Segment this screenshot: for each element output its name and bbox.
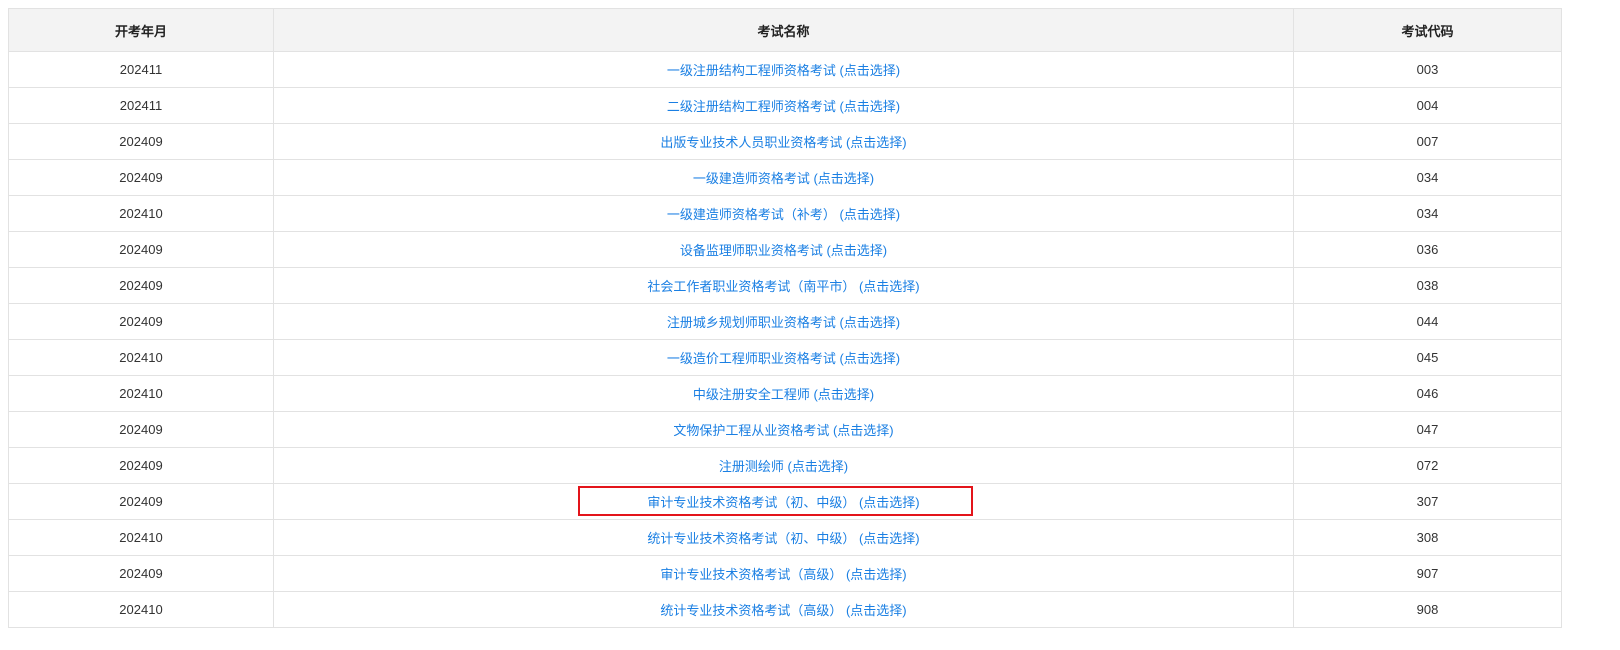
exam-select-link[interactable]: 一级注册结构工程师资格考试 (点击选择): [667, 63, 900, 78]
exam-select-link[interactable]: 注册城乡规划师职业资格考试 (点击选择): [667, 315, 900, 330]
header-exam-name: 考试名称: [273, 8, 1294, 52]
exam-month: 202411: [8, 51, 274, 88]
exam-name-cell: 中级注册安全工程师 (点击选择): [273, 375, 1294, 412]
table-row: 202410 一级造价工程师职业资格考试 (点击选择) 045: [8, 339, 1562, 376]
header-exam-month: 开考年月: [8, 8, 274, 52]
exam-name-cell: 统计专业技术资格考试（高级） (点击选择): [273, 591, 1294, 628]
exam-select-link[interactable]: 统计专业技术资格考试（高级） (点击选择): [660, 603, 906, 618]
exam-name-cell: 一级建造师资格考试（补考） (点击选择): [273, 195, 1294, 232]
table-row: 202409 出版专业技术人员职业资格考试 (点击选择) 007: [8, 123, 1562, 160]
exam-name-cell: 社会工作者职业资格考试（南平市） (点击选择): [273, 267, 1294, 304]
exam-name-cell: 出版专业技术人员职业资格考试 (点击选择): [273, 123, 1294, 160]
exam-month: 202410: [8, 195, 274, 232]
exam-month: 202409: [8, 267, 274, 304]
table-row: 202410 中级注册安全工程师 (点击选择) 046: [8, 375, 1562, 412]
exam-code: 072: [1293, 447, 1562, 484]
exam-name-cell: 注册城乡规划师职业资格考试 (点击选择): [273, 303, 1294, 340]
exam-code: 038: [1293, 267, 1562, 304]
exam-name-cell: 审计专业技术资格考试（初、中级） (点击选择): [273, 483, 1294, 520]
exam-code: 045: [1293, 339, 1562, 376]
table-row: 202410 一级建造师资格考试（补考） (点击选择) 034: [8, 195, 1562, 232]
exam-month: 202410: [8, 339, 274, 376]
exam-code: 004: [1293, 87, 1562, 124]
table-row: 202409 文物保护工程从业资格考试 (点击选择) 047: [8, 411, 1562, 448]
exam-month: 202409: [8, 555, 274, 592]
exam-name-cell: 一级注册结构工程师资格考试 (点击选择): [273, 51, 1294, 88]
exam-select-link[interactable]: 统计专业技术资格考试（初、中级） (点击选择): [647, 531, 919, 546]
exam-table: 开考年月 考试名称 考试代码 202411 一级注册结构工程师资格考试 (点击选择…: [8, 8, 1562, 628]
exam-code: 907: [1293, 555, 1562, 592]
exam-code: 307: [1293, 483, 1562, 520]
exam-name-cell: 统计专业技术资格考试（初、中级） (点击选择): [273, 519, 1294, 556]
exam-name-cell: 设备监理师职业资格考试 (点击选择): [273, 231, 1294, 268]
exam-month: 202409: [8, 303, 274, 340]
exam-code: 308: [1293, 519, 1562, 556]
table-row: 202409 注册测绘师 (点击选择) 072: [8, 447, 1562, 484]
exam-code: 003: [1293, 51, 1562, 88]
exam-select-link[interactable]: 出版专业技术人员职业资格考试 (点击选择): [660, 135, 906, 150]
exam-code: 036: [1293, 231, 1562, 268]
exam-month: 202410: [8, 375, 274, 412]
table-header-row: 开考年月 考试名称 考试代码: [8, 8, 1562, 52]
exam-code: 908: [1293, 591, 1562, 628]
table-row: 202409 注册城乡规划师职业资格考试 (点击选择) 044: [8, 303, 1562, 340]
exam-select-link[interactable]: 一级建造师资格考试 (点击选择): [693, 171, 874, 186]
exam-code: 034: [1293, 195, 1562, 232]
exam-month: 202409: [8, 231, 274, 268]
table-row: 202409 一级建造师资格考试 (点击选择) 034: [8, 159, 1562, 196]
exam-month: 202409: [8, 159, 274, 196]
exam-name-cell: 文物保护工程从业资格考试 (点击选择): [273, 411, 1294, 448]
exam-select-link[interactable]: 一级建造师资格考试（补考） (点击选择): [667, 207, 900, 222]
header-exam-code: 考试代码: [1293, 8, 1562, 52]
exam-month: 202410: [8, 591, 274, 628]
table-row: 202409 审计专业技术资格考试（初、中级） (点击选择) 307: [8, 483, 1562, 520]
exam-code: 007: [1293, 123, 1562, 160]
exam-select-link[interactable]: 注册测绘师 (点击选择): [719, 459, 848, 474]
exam-select-link[interactable]: 设备监理师职业资格考试 (点击选择): [680, 243, 887, 258]
exam-month: 202409: [8, 483, 274, 520]
exam-code: 047: [1293, 411, 1562, 448]
exam-select-link[interactable]: 中级注册安全工程师 (点击选择): [693, 387, 874, 402]
exam-select-link[interactable]: 二级注册结构工程师资格考试 (点击选择): [667, 99, 900, 114]
exam-select-link[interactable]: 文物保护工程从业资格考试 (点击选择): [673, 423, 893, 438]
table-row: 202410 统计专业技术资格考试（高级） (点击选择) 908: [8, 591, 1562, 628]
exam-month: 202409: [8, 447, 274, 484]
table-row: 202409 设备监理师职业资格考试 (点击选择) 036: [8, 231, 1562, 268]
exam-name-cell: 注册测绘师 (点击选择): [273, 447, 1294, 484]
table-row: 202410 统计专业技术资格考试（初、中级） (点击选择) 308: [8, 519, 1562, 556]
exam-name-cell: 审计专业技术资格考试（高级） (点击选择): [273, 555, 1294, 592]
table-row: 202409 社会工作者职业资格考试（南平市） (点击选择) 038: [8, 267, 1562, 304]
table-row: 202411 一级注册结构工程师资格考试 (点击选择) 003: [8, 51, 1562, 88]
exam-month: 202411: [8, 87, 274, 124]
exam-name-cell: 一级造价工程师职业资格考试 (点击选择): [273, 339, 1294, 376]
exam-select-link[interactable]: 社会工作者职业资格考试（南平市） (点击选择): [647, 279, 919, 294]
exam-month: 202409: [8, 123, 274, 160]
exam-select-link[interactable]: 审计专业技术资格考试（初、中级） (点击选择): [647, 495, 919, 510]
exam-name-cell: 二级注册结构工程师资格考试 (点击选择): [273, 87, 1294, 124]
exam-select-link[interactable]: 审计专业技术资格考试（高级） (点击选择): [660, 567, 906, 582]
table-row: 202411 二级注册结构工程师资格考试 (点击选择) 004: [8, 87, 1562, 124]
exam-month: 202410: [8, 519, 274, 556]
exam-select-link[interactable]: 一级造价工程师职业资格考试 (点击选择): [667, 351, 900, 366]
exam-month: 202409: [8, 411, 274, 448]
exam-code: 044: [1293, 303, 1562, 340]
exam-code: 046: [1293, 375, 1562, 412]
table-row: 202409 审计专业技术资格考试（高级） (点击选择) 907: [8, 555, 1562, 592]
exam-code: 034: [1293, 159, 1562, 196]
exam-name-cell: 一级建造师资格考试 (点击选择): [273, 159, 1294, 196]
